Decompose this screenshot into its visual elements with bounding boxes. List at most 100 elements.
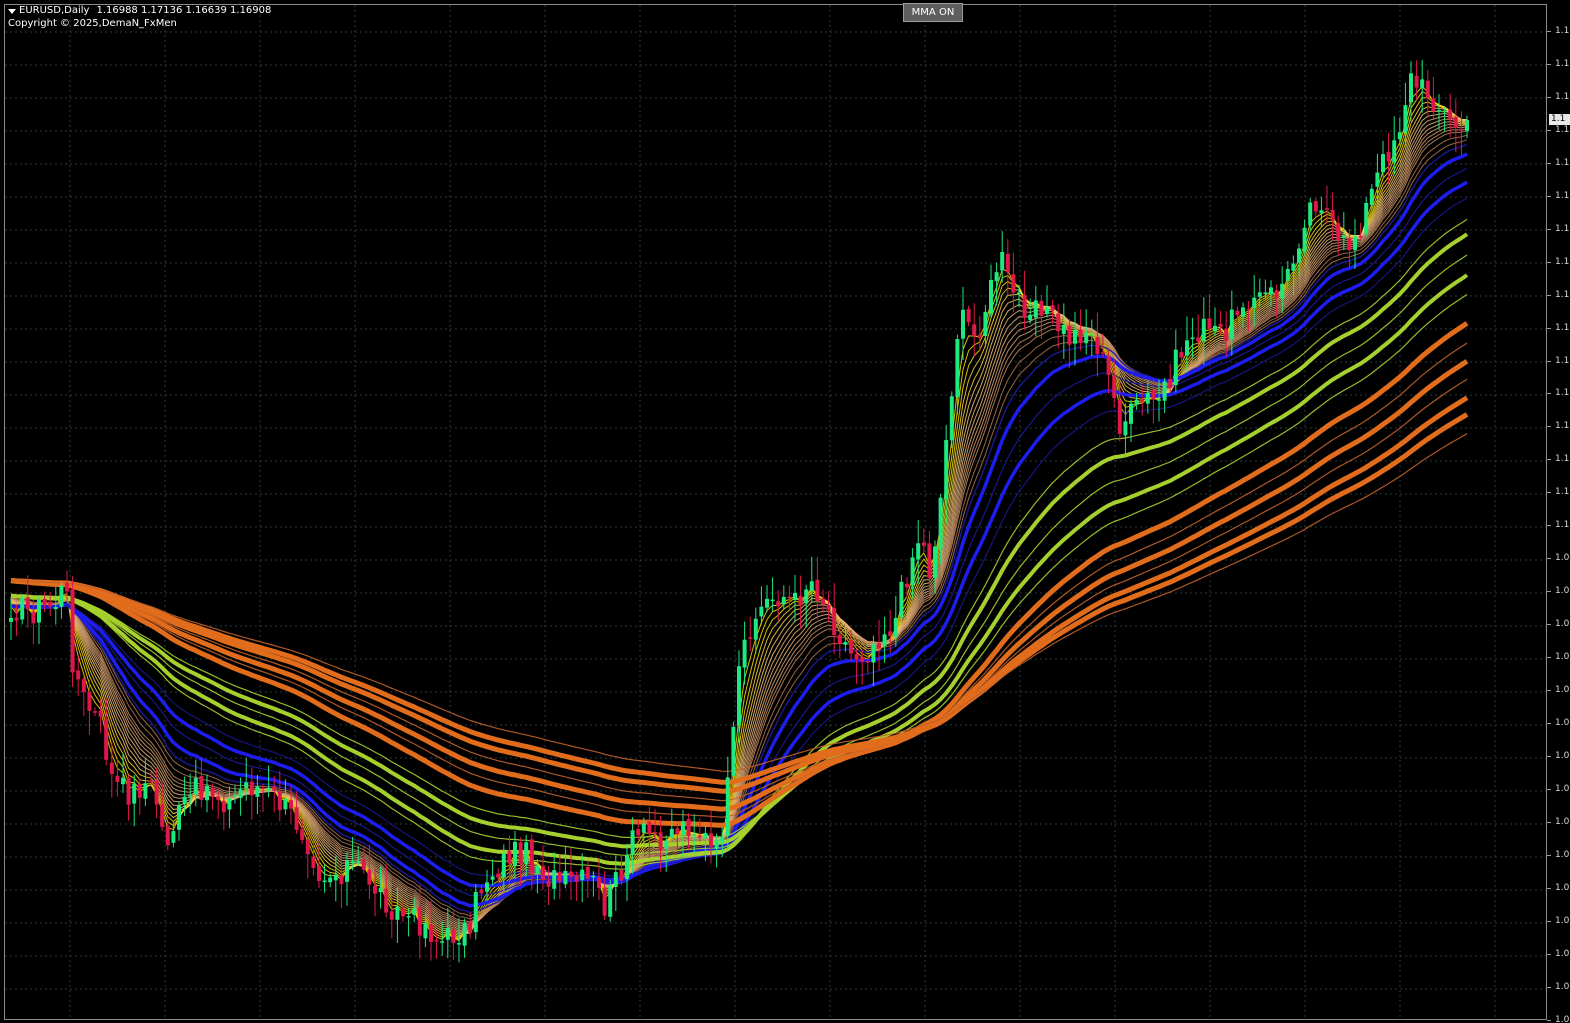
candle-body: [143, 783, 148, 799]
candle-body: [832, 608, 837, 636]
candlestick: [1207, 293, 1212, 350]
candle-body: [1319, 210, 1324, 214]
dropdown-triangle-icon[interactable]: [8, 8, 16, 14]
candle-body: [826, 604, 831, 610]
candle-body: [1140, 399, 1145, 402]
candle-body: [703, 832, 708, 839]
candle-body: [669, 828, 674, 838]
candle-body: [1448, 109, 1453, 120]
candlestick: [1453, 99, 1458, 153]
price-tick-label: 1.0: [1555, 981, 1570, 992]
candle-body: [1201, 318, 1206, 342]
candle-body: [199, 775, 204, 800]
mma-toggle-button[interactable]: MMA ON: [903, 3, 963, 22]
candle-body: [305, 839, 310, 855]
price-scale[interactable]: 1.1 1.1 1.1 1.1 1.1 1.1 1.1 1.1 1.1 1.1 1.1 1.1 1.1 1…: [1547, 0, 1570, 1023]
symbol-info: EURUSD,Daily 1.16988 1.17136 1.16639 1.1…: [8, 4, 271, 30]
candle-body: [1039, 300, 1044, 316]
candle-body: [177, 805, 181, 830]
candle-body: [1347, 238, 1352, 251]
candle-body: [921, 542, 926, 546]
candlestick: [563, 846, 568, 889]
candle-body: [1302, 227, 1307, 251]
candle-body: [798, 595, 803, 606]
candle-body: [541, 866, 545, 880]
candlestick: [389, 898, 394, 939]
candle-body: [608, 885, 613, 917]
candlestick: [552, 852, 557, 900]
candlestick: [1022, 270, 1027, 330]
candle-body: [569, 871, 573, 877]
candle-body: [244, 782, 249, 788]
candlestick: [412, 898, 417, 923]
candle-body: [809, 581, 814, 591]
price-tick-label: 1.1: [1555, 487, 1570, 498]
candlestick: [322, 864, 327, 893]
candlestick: [1067, 319, 1072, 369]
candlestick: [70, 576, 75, 687]
candle-body: [126, 778, 131, 805]
price-tick-label: 1.0: [1555, 849, 1570, 860]
candle-body: [81, 679, 86, 693]
candle-body: [193, 777, 198, 795]
candle-body: [972, 324, 977, 337]
price-tick-mark: [1547, 624, 1551, 626]
candle-body: [1213, 325, 1217, 332]
candle-body: [333, 874, 338, 881]
candlestick: [1179, 346, 1184, 366]
candle-body: [1403, 105, 1408, 134]
price-tick-label: 1.1: [1555, 223, 1570, 234]
candle-body: [770, 599, 775, 602]
candle-body: [1235, 310, 1240, 316]
candlestick: [137, 778, 142, 815]
symbol-row: EURUSD,Daily 1.16988 1.17136 1.16639 1.1…: [8, 4, 271, 17]
candle-body: [1285, 268, 1290, 281]
price-tick-label: 1.1: [1555, 454, 1570, 465]
candle-body: [31, 611, 36, 624]
candle-body: [714, 839, 719, 849]
candle-body: [272, 786, 277, 791]
chart-window[interactable]: 1.1 1.1 1.1 1.1 1.1 1.1 1.1 1.1 1.1 1.1 1.1 1.1 1.1 1…: [0, 0, 1570, 1023]
candle-body: [1420, 79, 1425, 89]
candle-body: [1117, 400, 1122, 434]
candlestick: [1431, 76, 1436, 119]
candle-body: [882, 634, 887, 647]
candlestick: [557, 854, 562, 900]
candle-body: [154, 780, 159, 805]
candle-body: [249, 781, 254, 796]
candle-body: [1252, 297, 1257, 308]
candle-body: [664, 840, 669, 849]
candlestick: [854, 648, 859, 684]
candle-body: [462, 923, 467, 946]
candle-body: [367, 869, 372, 885]
candle-body: [737, 666, 741, 726]
candle-body: [793, 592, 797, 601]
candlestick: [485, 869, 489, 902]
candle-body: [1229, 309, 1234, 340]
price-tick-label: 1.0: [1555, 1014, 1570, 1023]
candlestick: [1302, 219, 1307, 256]
candle-body: [546, 880, 551, 887]
candle-body: [989, 279, 993, 314]
candle-body: [647, 821, 652, 834]
price-tick-label: 1.1: [1555, 421, 1570, 432]
price-tick-label: 1.1: [1555, 124, 1570, 135]
candle-body: [961, 309, 965, 339]
candle-body: [776, 601, 781, 607]
chart-plot-area[interactable]: [4, 4, 1547, 1020]
candle-body: [1134, 399, 1139, 405]
candle-body: [339, 875, 344, 885]
candlestick: [1235, 306, 1240, 335]
price-tick-label: 1.1: [1555, 322, 1570, 333]
candle-body: [927, 543, 932, 579]
price-tick-label: 1.1: [1555, 256, 1570, 267]
candlestick: [966, 305, 971, 327]
candle-body: [597, 877, 601, 888]
candle-body: [725, 777, 730, 836]
price-tick-mark: [1547, 129, 1551, 131]
price-tick-mark: [1547, 294, 1551, 296]
price-chart[interactable]: [5, 5, 1547, 1020]
candle-body: [76, 670, 81, 680]
candlestick: [165, 821, 170, 851]
candle-body: [238, 789, 243, 798]
